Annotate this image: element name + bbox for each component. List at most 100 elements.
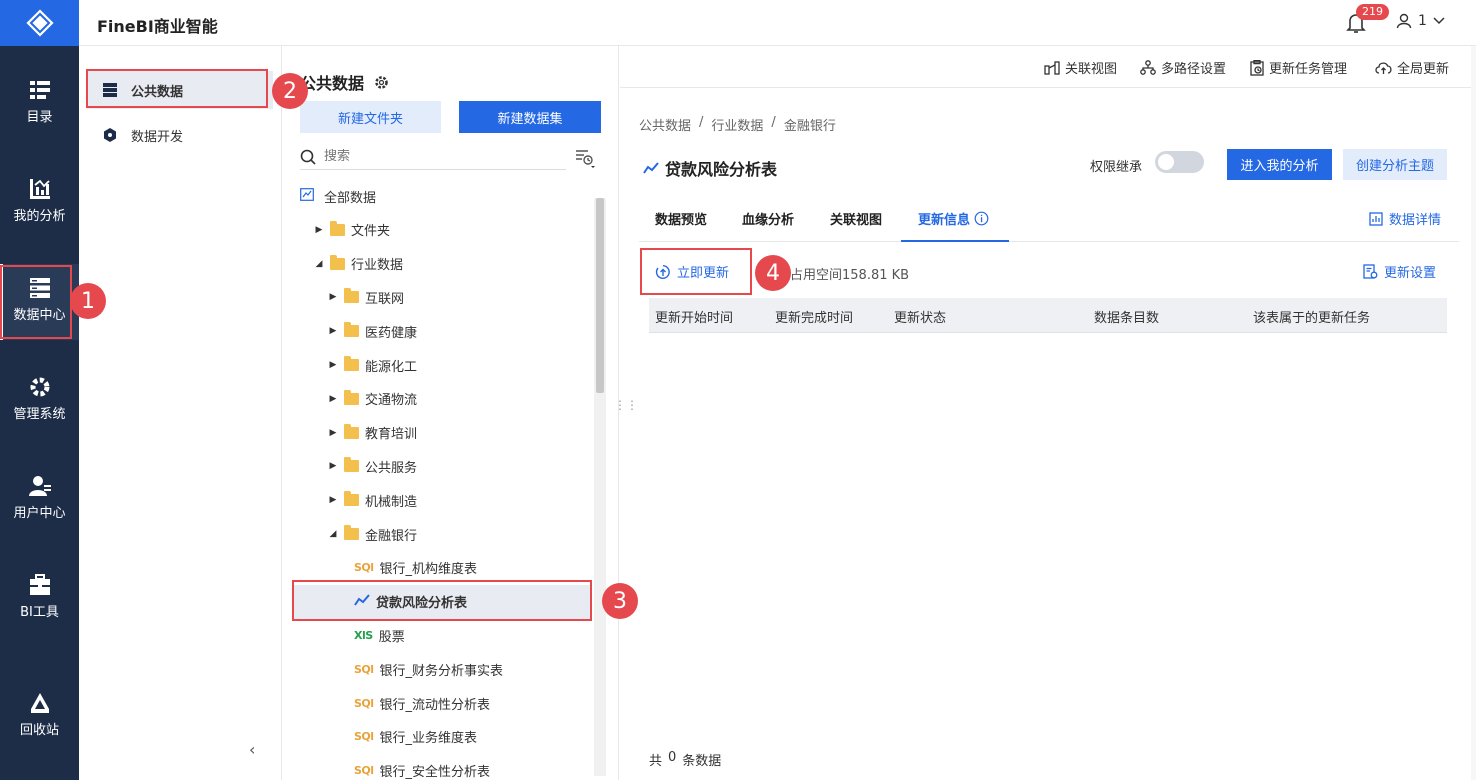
caret-down-icon[interactable]: ◢ [314,259,324,269]
search-icon [300,149,316,165]
left-rail: 目录 我的分析 数据中心 管理系统 用户中心 BI工具 回收站 [0,0,79,780]
rail-item-user-center[interactable]: 用户中心 [0,462,79,538]
tree-folder-item[interactable]: ▶ 交通物流 [328,382,417,416]
caret-right-icon[interactable]: ▶ [328,495,338,505]
task-mgmt-button[interactable]: 更新任务管理 [1250,58,1347,77]
tab-relation-view[interactable]: 关联视图 [830,209,882,228]
logo-icon[interactable] [0,0,79,46]
rail-item-catalog[interactable]: 目录 [0,66,79,142]
tree-table-item[interactable]: XlS 股票 [354,618,405,652]
search-input[interactable] [324,149,544,164]
tree-item-label: 机械制造 [365,494,418,510]
tree-folder-item[interactable]: ▶ 教育培训 [328,416,417,450]
tree-item-label: 银行_业务维度表 [379,731,478,747]
tab-update-info[interactable]: 更新信息 [918,209,989,228]
caret-right-icon[interactable]: ▶ [328,326,338,336]
tree-folder-item[interactable]: ▶ 机械制造 [328,483,417,517]
folder-icon [344,288,359,304]
tab-data-preview[interactable]: 数据预览 [655,209,707,228]
collapse-chevron-icon[interactable]: ‹ [249,740,255,759]
recycle-icon [30,693,49,713]
sql-table-icon: SQl [354,764,374,778]
rail-label: 目录 [26,110,53,125]
tree-item-label: 银行_安全性分析表 [379,765,491,780]
caret-right-icon[interactable]: ▶ [328,461,338,471]
tab-lineage[interactable]: 血缘分析 [742,209,794,228]
tree-folder-item[interactable]: 全部数据 [300,179,376,213]
tree-folder-item[interactable]: ▶ 医药健康 [328,314,417,348]
folder-icon [330,254,345,270]
resize-handle[interactable]: ⋮⋮ [614,399,638,411]
tree-table-item[interactable]: SQl 银行_流动性分析表 [354,686,490,720]
new-dataset-button[interactable]: 新建数据集 [459,101,601,133]
all-data-icon [300,187,314,205]
tree-folder-item[interactable]: ◢ 金融银行 [328,517,417,551]
tree-folder-item[interactable]: ▶ 公共服务 [328,449,417,483]
tree-title-text: 公共数据 [300,74,365,93]
update-settings-button[interactable]: 更新设置 [1363,262,1436,281]
rail-label: 管理系统 [13,407,66,422]
breadcrumb-item[interactable]: 公共数据 [639,115,691,134]
relation-view-button[interactable]: 关联视图 [1044,58,1117,77]
folder-icon [344,457,359,473]
breadcrumb-item[interactable]: 行业数据 [711,115,763,134]
scrollbar-thumb[interactable] [596,198,604,393]
new-folder-button[interactable]: 新建文件夹 [300,101,441,133]
permission-toggle[interactable] [1155,151,1204,173]
sql-table-icon: SQl [354,696,374,710]
rail-item-recycle[interactable]: 回收站 [0,679,79,755]
multipath-button[interactable]: 多路径设置 [1140,58,1226,77]
data-details-link[interactable]: 数据详情 [1369,209,1441,228]
space-usage-text: 占用空间158.81 KB [790,268,910,283]
rail-label: BI工具 [20,605,59,620]
global-update-button[interactable]: 全局更新 [1375,58,1449,77]
tree-table-item[interactable]: SQl 银行_财务分析事实表 [354,652,503,686]
sql-table-icon: SQl [354,662,374,676]
tree-folder-item[interactable]: ▶ 互联网 [328,280,404,314]
update-settings-label: 更新设置 [1384,266,1437,281]
rail-item-management[interactable]: 管理系统 [0,363,79,439]
nav-data-dev[interactable]: 数据开发 [87,116,273,154]
tree-item-label: 能源化工 [365,359,418,375]
sql-table-icon: SQl [354,561,374,575]
tree-table-item[interactable]: SQl 银行_安全性分析表 [354,754,490,780]
cloud-update-icon [1375,61,1392,74]
create-theme-button[interactable]: 创建分析主题 [1343,149,1447,180]
folder-icon [344,525,359,540]
tree-folder-item[interactable]: ▶ 文件夹 [314,213,390,247]
permission-inherit-label: 权限继承 [1090,160,1143,175]
caret-right-icon[interactable]: ▶ [328,360,338,370]
tree-folder-item[interactable]: ◢ 行业数据 [314,247,403,281]
tree-table-item[interactable]: SQl 银行_业务维度表 [354,720,477,754]
filter-history-icon[interactable] [574,146,596,168]
gear-icon[interactable] [374,75,389,90]
caret-down-icon[interactable]: ◢ [328,529,338,539]
tree-item-label: 全部数据 [324,190,377,206]
tab-bar: 数据预览 血缘分析 关联视图 更新信息 数据详情 [639,195,1459,242]
global-update-label: 全局更新 [1397,62,1450,77]
record-count-suffix: 条数据 [682,754,722,769]
toolbox-icon [29,574,50,595]
update-settings-icon [1363,264,1378,279]
rail-item-my-analysis[interactable]: 我的分析 [0,165,79,241]
column-header: 更新完成时间 [775,311,854,326]
user-menu[interactable]: 1 [1396,13,1445,29]
callout-number-3: 3 [602,583,638,619]
user-center-icon [28,476,51,496]
caret-right-icon[interactable]: ▶ [328,394,338,404]
caret-right-icon[interactable]: ▶ [314,225,324,235]
caret-right-icon[interactable]: ▶ [328,428,338,438]
caret-right-icon[interactable]: ▶ [328,292,338,302]
tree-item-label: 银行_财务分析事实表 [379,663,504,679]
rail-item-bi-tools[interactable]: BI工具 [0,561,79,637]
column-header: 数据条目数 [1094,311,1160,326]
rail-label: 用户中心 [13,506,66,521]
enter-analysis-button[interactable]: 进入我的分析 [1227,149,1332,180]
top-toolbar: 关联视图 多路径设置 更新任务管理 全局更新 [620,46,1476,88]
breadcrumb-item[interactable]: 金融银行 [784,115,836,134]
tree-folder-item[interactable]: ▶ 能源化工 [328,348,417,382]
callout-box-4 [640,248,752,295]
breadcrumb: 公共数据 / 行业数据 / 金融银行 [639,115,836,134]
user-name: 1 [1418,13,1427,29]
relation-view-icon [1044,60,1060,75]
